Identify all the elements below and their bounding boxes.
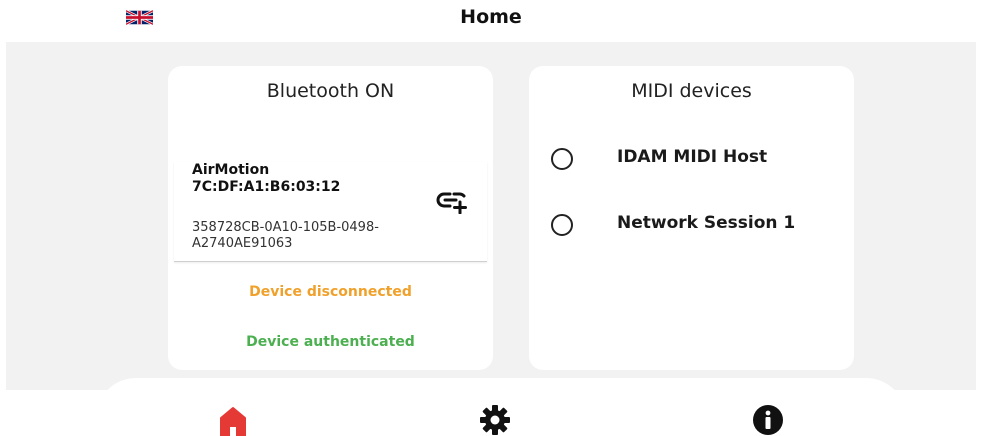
top-bar: Home (0, 0, 982, 40)
app-root: Home Bluetooth ON AirMotion 7C:DF:A1:B6:… (0, 0, 982, 436)
gear-icon[interactable] (479, 404, 519, 436)
home-icon[interactable] (217, 404, 257, 436)
midi-devices-card: MIDI devices IDAM MIDI Host Network Sess… (529, 66, 854, 370)
page-title: Home (460, 6, 522, 28)
radio-button[interactable] (551, 214, 573, 236)
device-disconnected-status: Device disconnected (249, 284, 412, 300)
main-content: Bluetooth ON AirMotion 7C:DF:A1:B6:03:12… (6, 42, 976, 390)
device-mac-address: 7C:DF:A1:B6:03:12 (192, 179, 341, 195)
radio-button[interactable] (551, 148, 573, 170)
link-add-icon[interactable] (436, 190, 468, 215)
bluetooth-card: Bluetooth ON AirMotion 7C:DF:A1:B6:03:12… (168, 66, 493, 370)
midi-device-item[interactable]: IDAM MIDI Host (551, 144, 841, 174)
device-uuid: 358728CB-0A10-105B-0498-A2740AE91063 (192, 220, 379, 251)
midi-device-label: IDAM MIDI Host (617, 147, 768, 167)
bottom-navigation (0, 376, 982, 436)
device-name: AirMotion (192, 162, 270, 178)
info-icon[interactable] (752, 404, 792, 436)
bluetooth-card-title: Bluetooth ON (266, 80, 395, 102)
device-list-item[interactable]: AirMotion 7C:DF:A1:B6:03:12 358728CB-0A1… (174, 162, 487, 262)
midi-device-label: Network Session 1 (617, 213, 796, 233)
midi-device-item[interactable]: Network Session 1 (551, 210, 841, 240)
device-authenticated-status: Device authenticated (246, 334, 415, 350)
midi-card-title: MIDI devices (631, 80, 752, 102)
